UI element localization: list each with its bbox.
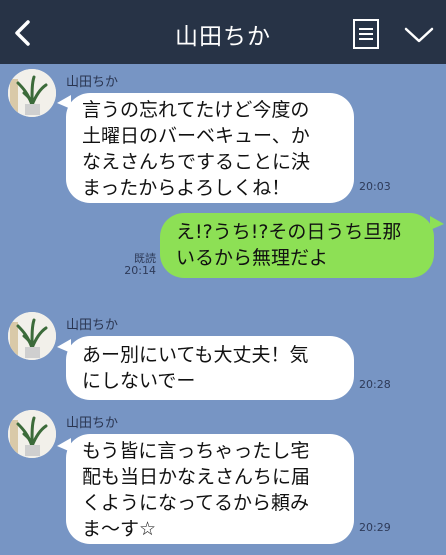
avatar[interactable] [8,69,56,117]
message-line: なえさんちですることに決 [82,151,311,173]
message-bubble[interactable]: あー別にいても大丈夫！気 にしないでー [66,336,354,400]
message-line: あー別にいても大丈夫！気 [82,344,309,366]
plant-icon [8,312,56,360]
message-line: え!?うち!?その日うち旦那 [176,221,402,243]
message-line: 配も当日かなえさんちに届 [82,466,311,488]
message-time: 20:28 [359,378,391,391]
sender-name: 山田ちか [66,318,119,333]
sender-name: 山田ちか [66,416,119,431]
memo-button[interactable] [352,18,380,50]
message-line: まったからよろしくね！ [82,177,291,199]
message-line: ま〜す☆ [82,518,157,540]
chevron-down-icon [404,27,434,43]
message-line: 土曜日のバーベキュー、か [82,125,310,147]
message-line: にしないでー [82,370,196,392]
avatar[interactable] [8,312,56,360]
message-bubble[interactable]: 言うの忘れてたけど今度の 土曜日のバーベキュー、か なえさんちですることに決 ま… [66,93,354,203]
menu-toggle-button[interactable] [403,24,435,46]
message-time: 20:29 [359,521,391,534]
note-list-icon [353,19,379,49]
bubble-tail [430,216,444,230]
message-bubble[interactable]: もう皆に言っちゃったし宅 配も当日かなえさんちに届 くようになってるから頼み ま… [66,434,354,544]
message-line: もう皆に言っちゃったし宅 [82,440,310,462]
message-line: いるから無理だよ [176,247,329,269]
plant-icon [8,69,56,117]
plant-icon [8,410,56,458]
chat-header: 山田ちか [0,0,446,64]
sender-name: 山田ちか [66,75,119,90]
message-line: 言うの忘れてたけど今度の [82,99,310,121]
message-time: 20:03 [359,180,391,193]
message-bubble-outgoing[interactable]: え!?うち!?その日うち旦那 いるから無理だよ [160,213,434,278]
message-time: 20:14 [124,264,156,277]
avatar[interactable] [8,410,56,458]
message-line: くようになってるから頼み [82,492,310,514]
